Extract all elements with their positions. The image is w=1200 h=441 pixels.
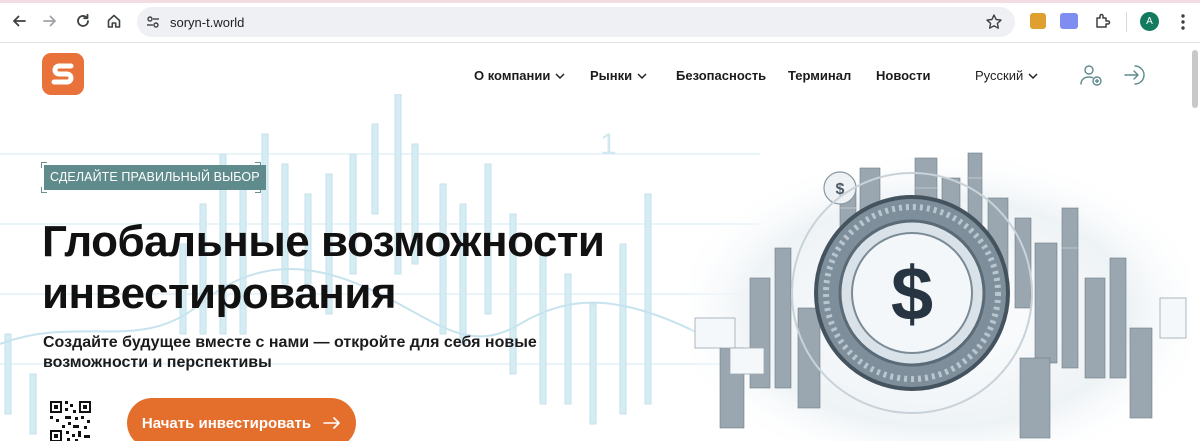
nav-item-terminal[interactable]: Терминал (788, 68, 851, 83)
nav-item-label: Терминал (788, 68, 852, 83)
hero-subtitle: Создайте будущее вместе с нами — откройт… (43, 333, 603, 373)
profile-initial: A (1146, 16, 1153, 27)
nav-item-markets[interactable]: Рынки (590, 68, 647, 83)
back-button[interactable] (8, 10, 30, 32)
kebab-menu-icon[interactable] (1174, 12, 1192, 32)
chevron-down-icon (1028, 73, 1038, 79)
nav-item-news[interactable]: Новости (876, 68, 931, 83)
toolbar-divider (1126, 12, 1127, 32)
hero-illustration: $ $ (690, 148, 1190, 441)
extension-icon[interactable] (1030, 13, 1046, 29)
extension-icon[interactable] (1060, 13, 1078, 29)
arrow-right-icon (43, 15, 56, 27)
qr-code-image (48, 399, 93, 441)
language-selector[interactable]: Русский (975, 68, 1038, 83)
nav-item-label: Новости (876, 68, 931, 83)
page-scrollbar[interactable] (1192, 50, 1198, 108)
hero-title-line: инвестирования (42, 269, 397, 318)
home-icon (107, 14, 121, 28)
forward-button[interactable] (39, 10, 61, 32)
hero-badge: СДЕЛАЙТЕ ПРАВИЛЬНЫЙ ВЫБОР (44, 165, 266, 190)
start-investing-button[interactable]: Начать инвестировать (127, 398, 356, 441)
hero-subtitle-line: возможности и перспективы (43, 354, 272, 371)
hero-title: Глобальные возможности инвестирования (42, 216, 662, 320)
nav-item-security[interactable]: Безопасность (676, 68, 766, 83)
bookmark-star-icon[interactable] (985, 13, 1003, 31)
main-navigation: О компании Рынки Безопасность Терминал Н… (0, 44, 1200, 104)
browser-toolbar: soryn-t.world A (0, 0, 1200, 43)
nav-item-label: О компании (474, 68, 551, 83)
hero-subtitle-line: Создайте будущее вместе с нами — откройт… (43, 334, 537, 351)
nav-item-label: Рынки (590, 68, 633, 83)
hero-title-line: Глобальные возможности (42, 217, 605, 266)
tab-strip-edge (0, 0, 1200, 3)
cta-label: Начать инвестировать (141, 414, 312, 432)
arrow-right-icon (323, 417, 340, 429)
tune-icon (147, 16, 159, 28)
reload-button[interactable] (72, 10, 94, 32)
svg-text:1: 1 (600, 128, 617, 161)
dollar-symbol: $ (891, 252, 933, 337)
address-bar[interactable]: soryn-t.world (137, 7, 1015, 37)
puzzle-icon[interactable] (1094, 12, 1112, 30)
language-label: Русский (975, 68, 1024, 83)
url-text[interactable]: soryn-t.world (170, 15, 244, 30)
nav-item-about[interactable]: О компании (474, 68, 565, 83)
reload-icon (77, 13, 89, 27)
chevron-down-icon (637, 73, 647, 79)
arrow-left-icon (13, 15, 26, 27)
chevron-down-icon (555, 73, 565, 79)
profile-avatar[interactable]: A (1140, 12, 1159, 31)
home-button[interactable] (103, 10, 125, 32)
site-info-button[interactable] (143, 12, 163, 32)
web-page: 1 О компании Рынки Безопасность Терминал… (0, 44, 1200, 441)
register-user-icon[interactable] (1079, 63, 1103, 87)
nav-item-label: Безопасность (676, 68, 767, 83)
login-icon[interactable] (1123, 63, 1147, 87)
